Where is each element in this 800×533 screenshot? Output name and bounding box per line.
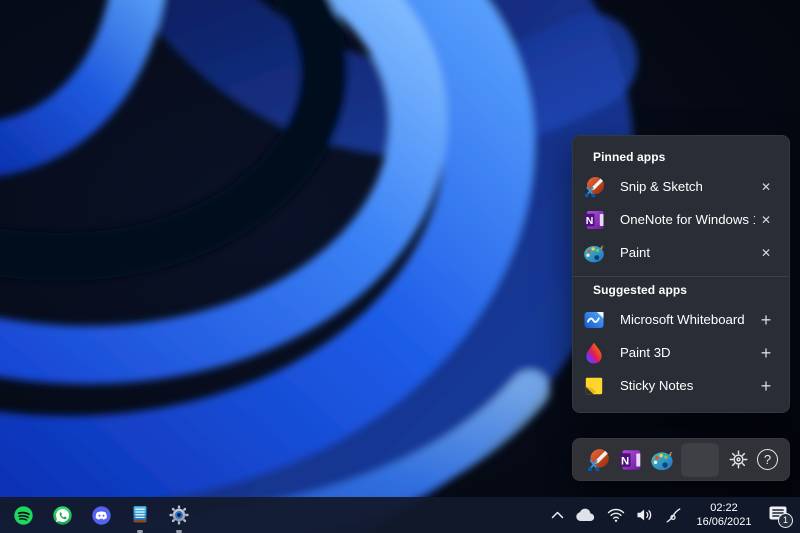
suggested-app-row-sticky-notes[interactable]: Sticky Notes + bbox=[573, 369, 789, 402]
volume-icon[interactable] bbox=[636, 508, 654, 522]
remove-button[interactable]: ✕ bbox=[755, 247, 777, 259]
taskbar-pinned-apps bbox=[0, 504, 190, 526]
remove-button[interactable]: ✕ bbox=[755, 181, 777, 193]
onenote-icon: N bbox=[582, 208, 606, 232]
pen-toolbar-onenote-button[interactable]: N bbox=[616, 446, 643, 473]
pinned-app-row-snip-sketch[interactable]: Snip & Sketch ✕ bbox=[573, 170, 789, 203]
taskbar-clock[interactable]: 02:22 16/06/2021 bbox=[693, 501, 755, 530]
remove-button[interactable]: ✕ bbox=[755, 214, 777, 226]
app-label: Paint 3D bbox=[620, 345, 755, 360]
pinned-app-row-paint[interactable]: Paint ✕ bbox=[573, 236, 789, 269]
add-button[interactable]: + bbox=[755, 311, 777, 329]
system-tray: 02:22 16/06/2021 1 bbox=[551, 501, 800, 530]
paint-icon bbox=[649, 447, 675, 473]
svg-text:N: N bbox=[621, 455, 629, 467]
pen-menu-flyout: Pinned apps Snip & Sketch ✕ N OneNote fo… bbox=[572, 135, 790, 413]
whatsapp-icon[interactable] bbox=[51, 504, 73, 526]
pinned-app-row-onenote[interactable]: N OneNote for Windows 10 ✕ bbox=[573, 203, 789, 236]
app-label: Paint bbox=[620, 245, 755, 260]
pen-toolbar-snip-sketch-button[interactable] bbox=[584, 446, 611, 473]
pinned-apps-header: Pinned apps bbox=[593, 150, 769, 164]
snip-sketch-icon bbox=[582, 175, 606, 199]
app-label: Sticky Notes bbox=[620, 378, 755, 393]
paint-icon bbox=[582, 241, 606, 265]
spotify-icon[interactable] bbox=[12, 504, 34, 526]
journal-icon[interactable] bbox=[129, 504, 151, 526]
add-button[interactable]: + bbox=[755, 344, 777, 362]
svg-text:N: N bbox=[586, 215, 594, 227]
clock-time: 02:22 bbox=[693, 501, 755, 515]
onedrive-cloud-icon[interactable] bbox=[575, 508, 596, 522]
paint3d-icon bbox=[582, 341, 606, 365]
wifi-icon[interactable] bbox=[607, 508, 625, 523]
app-label: Snip & Sketch bbox=[620, 179, 755, 194]
add-button[interactable]: + bbox=[755, 377, 777, 395]
help-icon[interactable]: ? bbox=[757, 449, 778, 470]
empty-pen-slot[interactable] bbox=[681, 443, 719, 477]
suggested-app-row-paint3d[interactable]: Paint 3D + bbox=[573, 336, 789, 369]
section-divider bbox=[573, 276, 789, 277]
snip-sketch-icon bbox=[585, 447, 611, 473]
notifications-icon[interactable]: 1 bbox=[766, 505, 790, 525]
settings-icon[interactable] bbox=[168, 504, 190, 526]
pen-icon[interactable] bbox=[665, 507, 682, 524]
whiteboard-icon bbox=[582, 308, 606, 332]
app-label: OneNote for Windows 10 bbox=[620, 212, 755, 227]
sticky-notes-icon bbox=[582, 374, 606, 398]
chevron-up-icon[interactable] bbox=[551, 511, 564, 519]
gear-icon bbox=[727, 448, 750, 471]
app-label: Microsoft Whiteboard bbox=[620, 312, 755, 327]
notification-badge: 1 bbox=[778, 513, 793, 528]
pen-toolbar: N bbox=[572, 438, 790, 481]
clock-date: 16/06/2021 bbox=[693, 515, 755, 529]
pen-toolbar-settings-button[interactable] bbox=[725, 446, 752, 473]
pen-toolbar-paint-button[interactable] bbox=[649, 446, 676, 473]
taskbar: 02:22 16/06/2021 1 bbox=[0, 497, 800, 533]
suggested-apps-header: Suggested apps bbox=[593, 283, 769, 297]
onenote-icon: N bbox=[617, 447, 643, 473]
discord-icon[interactable] bbox=[90, 504, 112, 526]
suggested-app-row-whiteboard[interactable]: Microsoft Whiteboard + bbox=[573, 303, 789, 336]
